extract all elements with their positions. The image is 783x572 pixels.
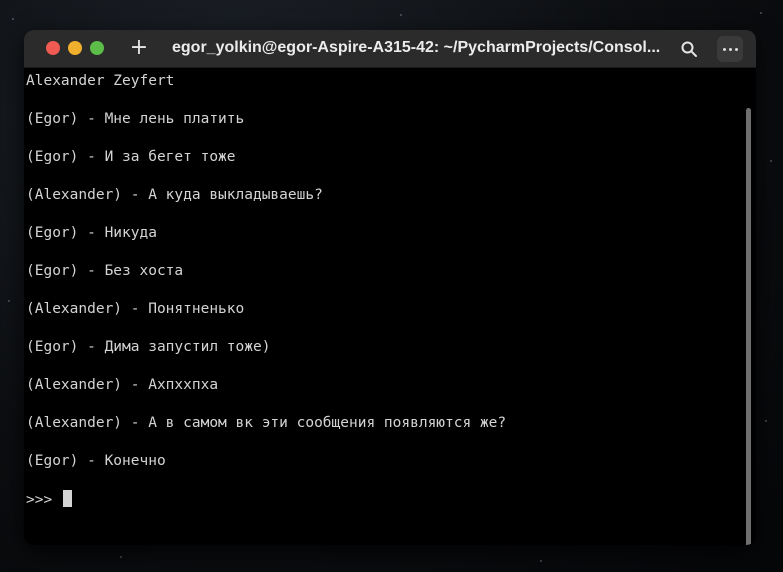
background-star xyxy=(8,300,10,302)
terminal-line: (Alexander) - А в самом вк эти сообщения… xyxy=(26,415,507,431)
terminal-line: (Egor) - Дима запустил тоже) xyxy=(26,339,271,355)
terminal-line: (Egor) - Без хоста xyxy=(26,263,184,279)
title-bar[interactable]: + egor_yolkin@egor-Aspire-A315-42: ~/Pyc… xyxy=(24,30,756,68)
terminal-line: (Egor) - Никуда xyxy=(26,225,157,241)
python-prompt: >>> xyxy=(26,492,61,508)
minimize-button[interactable] xyxy=(68,41,82,55)
background-star xyxy=(770,160,772,162)
maximize-button[interactable] xyxy=(90,41,104,55)
close-button[interactable] xyxy=(46,41,60,55)
terminal-line: (Alexander) - Понятненько xyxy=(26,301,245,317)
terminal-line: Alexander Zeyfert xyxy=(26,73,175,89)
prompt-line[interactable]: >>> xyxy=(26,490,72,509)
background-star xyxy=(120,556,122,558)
background-star xyxy=(760,12,762,14)
terminal-output[interactable]: Alexander Zeyfert (Egor) - Мне лень плат… xyxy=(24,68,756,545)
terminal-line: (Alexander) - А куда выкладываешь? xyxy=(26,187,323,203)
search-icon[interactable] xyxy=(680,40,698,58)
background-star xyxy=(765,420,767,422)
terminal-line: (Egor) - И за бегет тоже xyxy=(26,149,236,165)
background-star xyxy=(400,14,402,16)
text-cursor xyxy=(62,490,72,507)
new-tab-button[interactable]: + xyxy=(127,36,151,60)
background-star xyxy=(12,18,14,20)
menu-icon[interactable] xyxy=(717,36,743,62)
window-title: egor_yolkin@egor-Aspire-A315-42: ~/Pycha… xyxy=(172,39,661,56)
scrollbar[interactable] xyxy=(746,108,751,545)
terminal-line: (Alexander) - Ахпххпха xyxy=(26,377,219,393)
terminal-window: + egor_yolkin@egor-Aspire-A315-42: ~/Pyc… xyxy=(24,30,756,545)
terminal-line: (Egor) - Конечно xyxy=(26,453,166,469)
background-star xyxy=(540,560,542,562)
terminal-line: (Egor) - Мне лень платить xyxy=(26,111,245,127)
